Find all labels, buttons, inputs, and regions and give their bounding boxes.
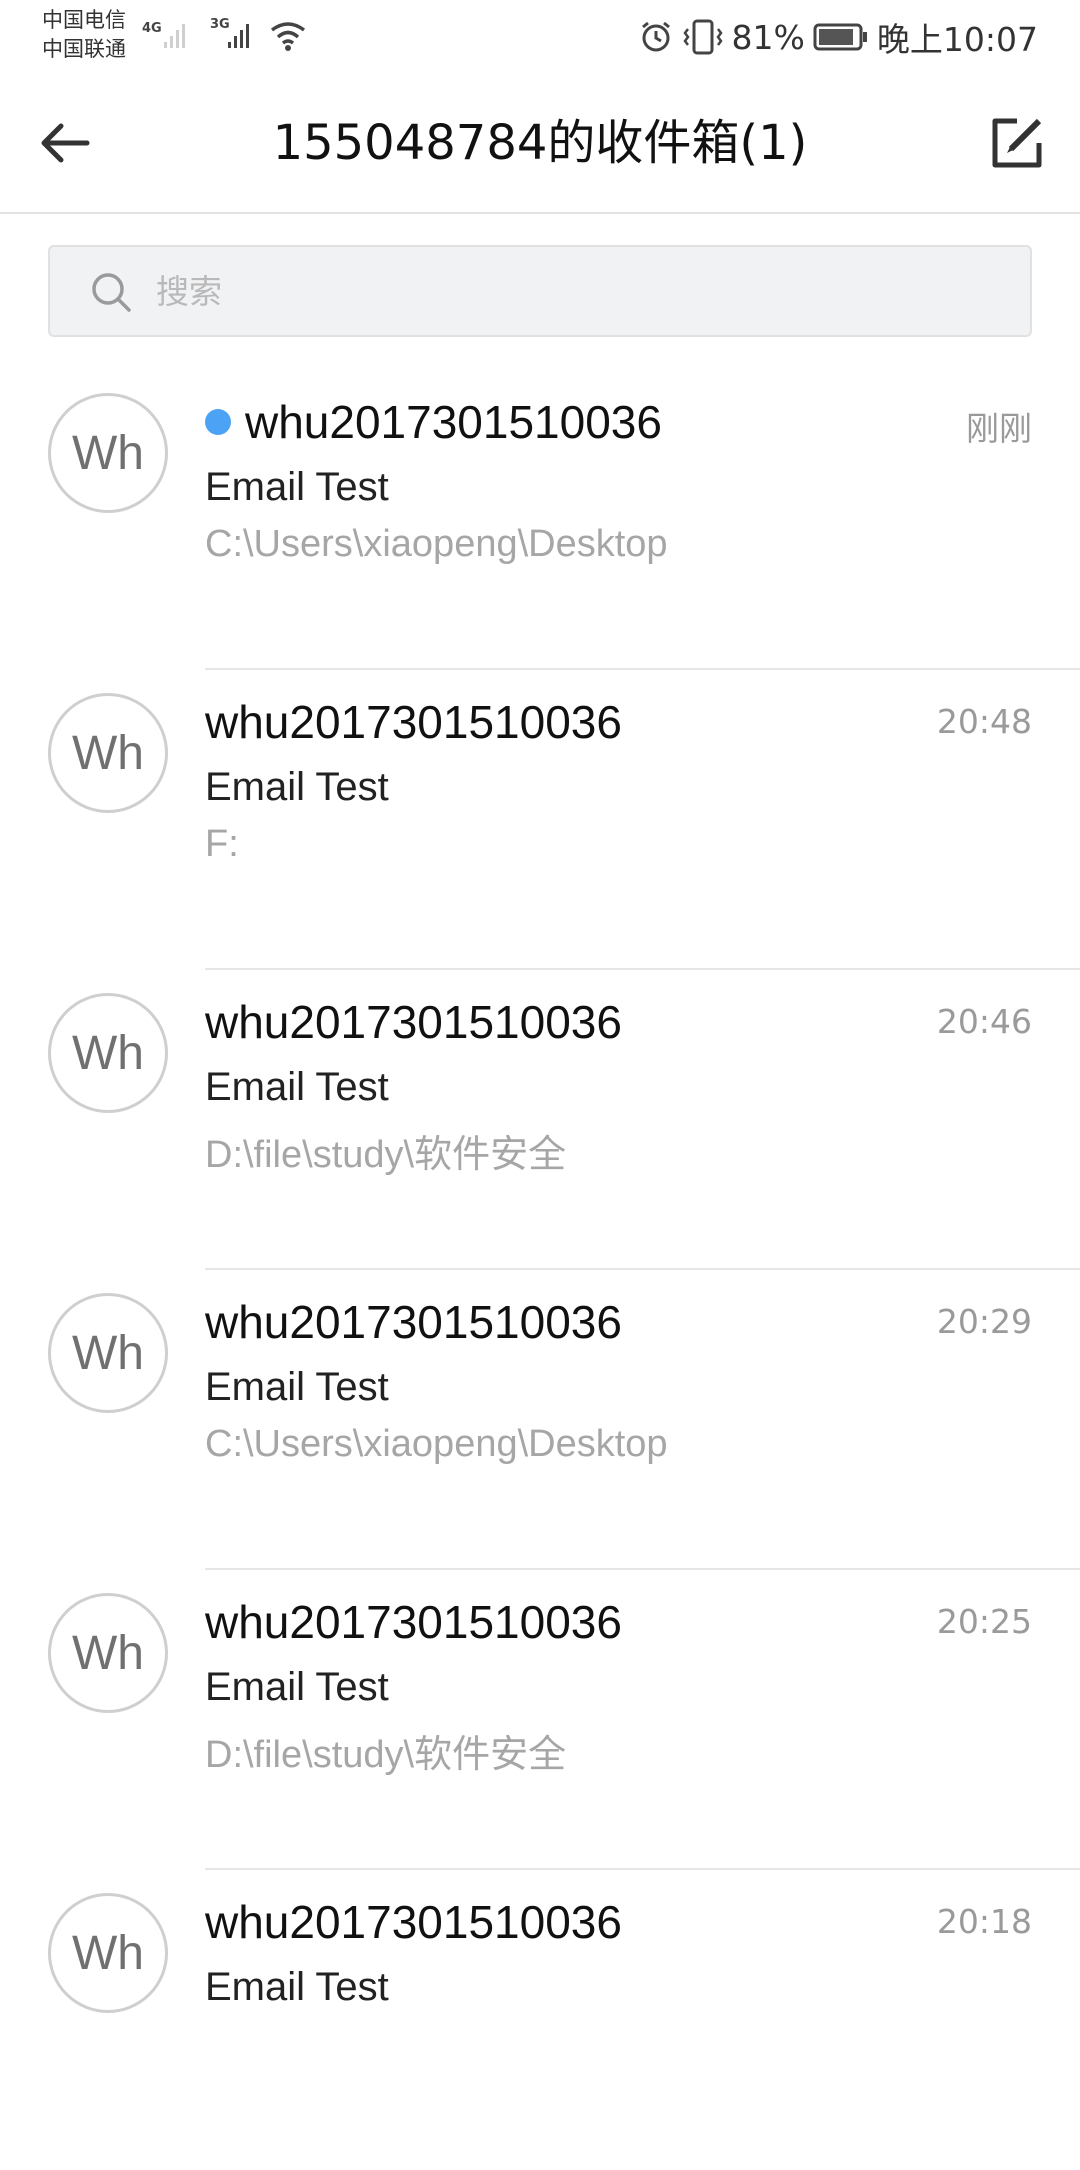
- sender-row: whu2017301510036: [205, 992, 622, 1052]
- sender: whu2017301510036: [205, 1596, 622, 1648]
- mail-time: 20:48: [936, 702, 1032, 741]
- search-icon: [92, 273, 131, 312]
- signal-icon: 4G 3G: [142, 17, 306, 51]
- page-title: 155048784的收件箱(1): [272, 115, 808, 171]
- avatar: Wh: [48, 1293, 168, 1413]
- avatar: Wh: [48, 1893, 168, 2013]
- sender-row: whu2017301510036: [205, 392, 662, 452]
- back-button[interactable]: [30, 108, 100, 178]
- sender-row: whu2017301510036: [205, 1892, 622, 1952]
- vibrate-icon: [682, 19, 723, 55]
- avatar: Wh: [48, 1593, 168, 1713]
- carrier-2: 中国联通: [42, 37, 126, 61]
- mail-subject: Email Test: [205, 1965, 389, 2009]
- mail-subject: Email Test: [205, 765, 389, 809]
- mail-time: 20:46: [936, 1002, 1032, 1041]
- sender-row: whu2017301510036: [205, 692, 622, 752]
- status-right: 81% 晚上10:07: [638, 12, 1038, 62]
- mail-item[interactable]: Wh whu2017301510036 20:25 Email Test D:\…: [0, 1570, 1080, 1870]
- avatar: Wh: [48, 693, 168, 813]
- sender: whu2017301510036: [205, 996, 622, 1048]
- net-label-2: 3G: [210, 17, 230, 32]
- sender: whu2017301510036: [205, 1296, 622, 1348]
- compose-icon: [992, 118, 1042, 168]
- status-bar: 中国电信 中国联通 4G 3G 81% 晚上10:07: [0, 0, 1080, 72]
- mail-subject: Email Test: [205, 1365, 389, 1409]
- mail-item[interactable]: Wh whu2017301510036 20:48 Email Test F:: [0, 670, 1080, 970]
- mail-item[interactable]: Wh whu2017301510036 20:29 Email Test C:\…: [0, 1270, 1080, 1570]
- mail-item[interactable]: Wh whu2017301510036 刚刚 Email Test C:\Use…: [0, 370, 1080, 670]
- alarm-icon: [641, 21, 670, 52]
- avatar: Wh: [48, 393, 168, 513]
- unread-dot-icon: [205, 409, 231, 435]
- sender: whu2017301510036: [205, 696, 622, 748]
- mail-preview: D:\file\study\软件安全: [205, 1734, 567, 1776]
- mail-time: 20:25: [936, 1602, 1032, 1641]
- mail-preview: C:\Users\xiaopeng\Desktop: [205, 1423, 668, 1465]
- mail-preview: C:\Users\xiaopeng\Desktop: [205, 523, 668, 565]
- mail-subject: Email Test: [205, 465, 389, 509]
- battery-icon: [813, 23, 867, 51]
- search-input[interactable]: [154, 247, 1014, 335]
- battery-percent: 81%: [731, 17, 805, 57]
- mail-preview: F:: [205, 823, 239, 865]
- avatar: Wh: [48, 993, 168, 1113]
- sender-row: whu2017301510036: [205, 1292, 622, 1352]
- back-arrow-icon: [41, 123, 90, 163]
- carrier-1: 中国电信: [42, 8, 126, 32]
- sender: whu2017301510036: [245, 396, 662, 448]
- mail-item[interactable]: Wh whu2017301510036 20:46 Email Test D:\…: [0, 970, 1080, 1270]
- wifi-icon: [270, 22, 306, 51]
- net-label-1: 4G: [142, 21, 162, 36]
- sender: whu2017301510036: [205, 1896, 622, 1948]
- mail-subject: Email Test: [205, 1065, 389, 1109]
- clock: 晚上10:07: [876, 20, 1038, 59]
- mail-item[interactable]: Wh whu2017301510036 20:18 Email Test: [0, 1870, 1080, 2170]
- carrier-info: 中国电信 中国联通: [42, 6, 126, 64]
- search-bar[interactable]: [48, 245, 1032, 337]
- mail-time: 20:18: [936, 1902, 1032, 1941]
- title-bar: 155048784的收件箱(1): [0, 72, 1080, 214]
- mail-preview: D:\file\study\软件安全: [205, 1134, 567, 1176]
- mail-time: 刚刚: [966, 409, 1032, 448]
- mail-subject: Email Test: [205, 1665, 389, 1709]
- compose-button[interactable]: [982, 108, 1052, 178]
- mail-list: Wh whu2017301510036 刚刚 Email Test C:\Use…: [0, 370, 1080, 2170]
- mail-time: 20:29: [936, 1302, 1032, 1341]
- sender-row: whu2017301510036: [205, 1592, 622, 1652]
